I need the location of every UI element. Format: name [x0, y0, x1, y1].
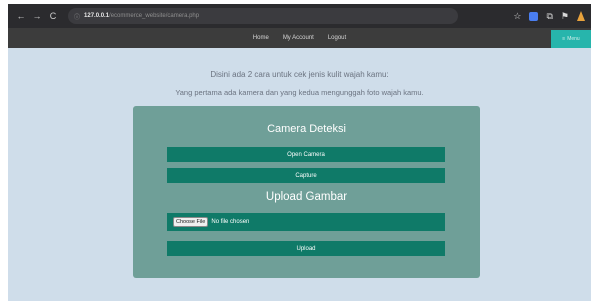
upload-section-title: Upload Gambar	[265, 191, 348, 203]
open-camera-button[interactable]: Open Camera	[167, 147, 445, 162]
menu-label: Menu	[567, 36, 580, 42]
detection-card: Camera Deteksi Open Camera Capture Uploa…	[133, 106, 480, 278]
nav-home-link[interactable]: Home	[253, 35, 269, 41]
forward-icon[interactable]: →	[30, 9, 44, 23]
site-navbar: Home My Account Logout	[8, 28, 591, 48]
profile-icon[interactable]: ⚑	[561, 11, 569, 22]
nav-logout-link[interactable]: Logout	[328, 35, 346, 41]
intro-line-2: Yang pertama ada kamera dan yang kedua m…	[175, 88, 424, 97]
capture-button[interactable]: Capture	[167, 168, 445, 183]
url-path: /ecommerce_website/camera.php	[109, 13, 200, 19]
browser-toolbar: ← → C ⓘ 127.0.0.1/ecommerce_website/came…	[8, 4, 591, 28]
page-content: Disini ada 2 cara untuk cek jenis kulit …	[8, 48, 591, 301]
menu-widget[interactable]: ≡ Menu	[551, 30, 591, 48]
file-input[interactable]: Choose File No file chosen	[167, 213, 445, 231]
upload-button[interactable]: Upload	[167, 241, 445, 256]
shortcut-icon[interactable]	[577, 11, 585, 21]
address-bar[interactable]: ⓘ 127.0.0.1/ecommerce_website/camera.php	[68, 8, 458, 24]
extension-icon[interactable]	[529, 11, 539, 21]
menu-icon: ≡	[562, 36, 566, 42]
url-host: 127.0.0.1	[84, 13, 110, 19]
reload-icon[interactable]: C	[46, 9, 60, 23]
back-icon[interactable]: ←	[14, 9, 28, 23]
file-status: No file chosen	[211, 219, 250, 225]
intro-line-1: Disini ada 2 cara untuk cek jenis kulit …	[210, 70, 389, 79]
puzzle-icon[interactable]: ⧉	[546, 11, 552, 22]
nav-account-link[interactable]: My Account	[283, 35, 314, 41]
camera-section-title: Camera Deteksi	[267, 123, 346, 135]
star-icon[interactable]: ☆	[513, 11, 521, 22]
choose-file-button[interactable]: Choose File	[173, 217, 209, 227]
info-icon[interactable]: ⓘ	[74, 12, 80, 21]
